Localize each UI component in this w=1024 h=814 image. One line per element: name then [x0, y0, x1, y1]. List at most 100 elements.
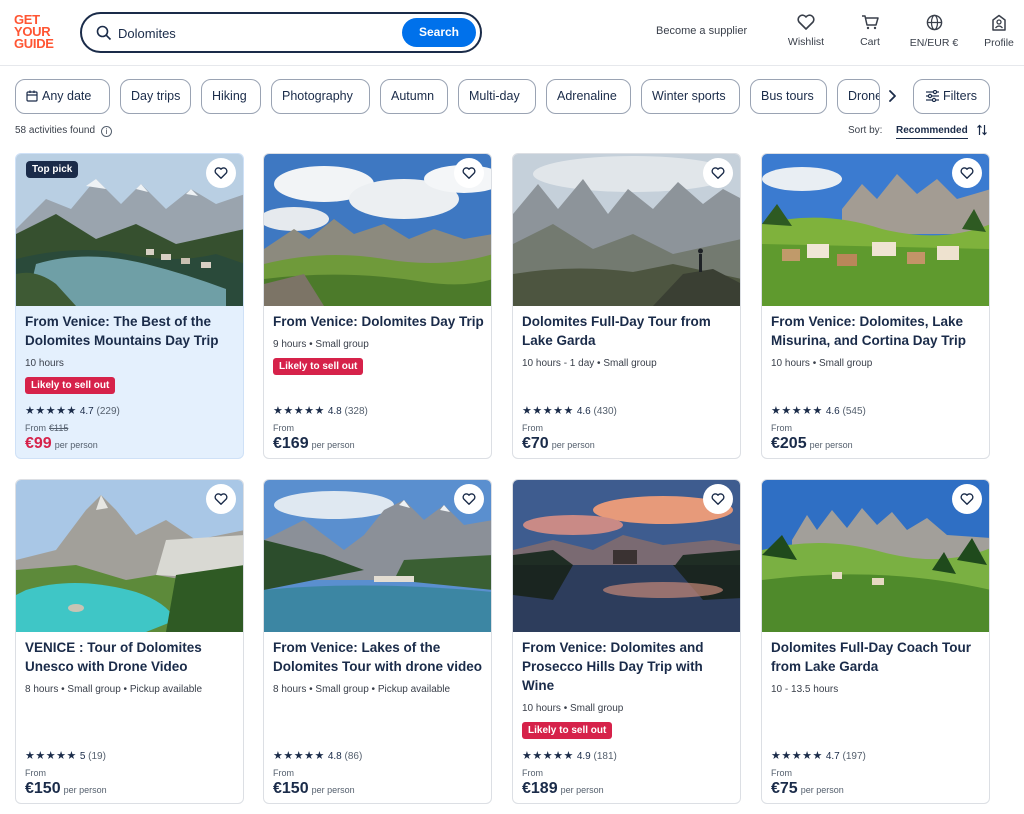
results-count: 58 activities found i — [15, 125, 113, 137]
activity-card[interactable]: Dolomites Full-Day Tour from Lake Garda … — [512, 153, 741, 459]
activity-meta: 8 hours • Small group • Pickup available — [273, 684, 451, 695]
wishlist-button[interactable] — [454, 484, 484, 514]
activity-title[interactable]: From Venice: Dolomites, Lake Misurina, a… — [771, 312, 983, 350]
activity-title[interactable]: From Venice: Dolomites and Prosecco Hill… — [522, 638, 734, 695]
activity-title[interactable]: VENICE : Tour of Dolomites Unesco with D… — [25, 638, 237, 676]
chevron-right-icon[interactable] — [884, 88, 900, 104]
activity-price: €99 per person — [25, 435, 98, 452]
stars-icon: ★★★★★ — [273, 750, 325, 762]
stars-icon: ★★★★★ — [771, 750, 823, 762]
become-supplier-link[interactable]: Become a supplier — [656, 25, 747, 37]
stars-icon: ★★★★★ — [522, 405, 574, 417]
activity-image[interactable] — [513, 480, 740, 632]
sliders-icon — [925, 89, 939, 103]
rating: ★★★★★ 5 (19) — [25, 750, 106, 762]
filters-button[interactable]: Filters — [913, 79, 990, 114]
wishlist-button[interactable] — [206, 158, 236, 188]
profile-icon — [992, 14, 1006, 31]
activity-image[interactable] — [513, 154, 740, 306]
activity-image[interactable] — [16, 480, 243, 632]
calendar-icon — [26, 90, 38, 102]
activity-card[interactable]: Dolomites Full-Day Coach Tour from Lake … — [761, 479, 990, 804]
price-from: From €115 — [25, 423, 69, 433]
stars-icon: ★★★★★ — [273, 405, 325, 417]
activity-image[interactable] — [762, 154, 989, 306]
activity-card[interactable]: From Venice: Dolomites, Lake Misurina, a… — [761, 153, 990, 459]
activity-card[interactable]: From Venice: Dolomites and Prosecco Hill… — [512, 479, 741, 804]
stars-icon: ★★★★★ — [771, 405, 823, 417]
search-icon — [96, 25, 112, 41]
chip-adrenaline[interactable]: Adrenaline — [546, 79, 631, 114]
sell-out-badge: Likely to sell out — [25, 377, 116, 394]
stars-icon: ★★★★★ — [25, 405, 77, 417]
rating: ★★★★★ 4.7 (197) — [771, 750, 866, 762]
chip-bus-tours[interactable]: Bus tours — [750, 79, 827, 114]
price-from: From — [522, 768, 543, 778]
price-from: From — [273, 423, 294, 433]
activity-meta: 10 hours - 1 day • Small group — [522, 358, 657, 369]
activity-card[interactable]: Top pick From Venice: The Best of the Do… — [15, 153, 244, 459]
sort-arrows-icon[interactable] — [976, 124, 988, 136]
activity-title[interactable]: From Venice: The Best of the Dolomites M… — [25, 312, 237, 350]
chip-photography[interactable]: Photography — [271, 79, 370, 114]
activity-image[interactable]: Top pick — [16, 154, 243, 306]
chip-winter-sports[interactable]: Winter sports — [641, 79, 740, 114]
wishlist-button[interactable] — [952, 158, 982, 188]
wishlist-button[interactable] — [703, 158, 733, 188]
wishlist-button[interactable] — [952, 484, 982, 514]
activity-card[interactable]: From Venice: Lakes of the Dolomites Tour… — [263, 479, 492, 804]
activity-image[interactable] — [264, 480, 491, 632]
rating: ★★★★★ 4.6 (545) — [771, 405, 866, 417]
stars-icon: ★★★★★ — [25, 750, 77, 762]
activity-meta: 8 hours • Small group • Pickup available — [25, 684, 203, 695]
nav-profile[interactable]: Profile — [982, 14, 1016, 49]
rating: ★★★★★ 4.8 (86) — [273, 750, 363, 762]
heart-icon — [462, 493, 476, 505]
top-pick-badge: Top pick — [26, 161, 79, 178]
heart-icon — [711, 167, 725, 179]
info-icon[interactable]: i — [101, 126, 113, 137]
nav-wishlist[interactable]: Wishlist — [786, 14, 826, 48]
activity-meta: 10 hours • Small group — [522, 703, 624, 714]
stars-icon: ★★★★★ — [522, 750, 574, 762]
wishlist-button[interactable] — [206, 484, 236, 514]
globe-icon — [926, 14, 942, 31]
price-from: From — [771, 423, 792, 433]
activity-meta: 9 hours • Small group — [273, 339, 369, 350]
activity-title[interactable]: Dolomites Full-Day Tour from Lake Garda — [522, 312, 734, 350]
chip-drone[interactable]: Drone — [837, 79, 880, 114]
activity-card[interactable]: VENICE : Tour of Dolomites Unesco with D… — [15, 479, 244, 804]
heart-icon — [214, 167, 228, 179]
heart-icon — [214, 493, 228, 505]
activity-image[interactable] — [762, 480, 989, 632]
chip-any-date[interactable]: Any date — [15, 79, 110, 114]
wishlist-button[interactable] — [454, 158, 484, 188]
nav-language-currency[interactable]: EN/EUR € — [906, 14, 962, 49]
activity-card[interactable]: From Venice: Dolomites Day Trip 9 hours … — [263, 153, 492, 459]
site-header: GET YOUR GUIDE Search Become a supplier … — [0, 0, 1024, 66]
sort-dropdown[interactable]: Recommended — [896, 125, 968, 139]
cart-icon — [862, 15, 879, 30]
chip-day-trips[interactable]: Day trips — [120, 79, 191, 114]
search-input[interactable] — [118, 22, 388, 44]
activity-price: €189 per person — [522, 780, 604, 797]
activity-price: €169 per person — [273, 435, 355, 452]
price-from: From — [273, 768, 294, 778]
rating: ★★★★★ 4.8 (328) — [273, 405, 368, 417]
activity-price: €150 per person — [25, 780, 107, 797]
activity-price: €70 per person — [522, 435, 595, 452]
nav-cart[interactable]: Cart — [856, 14, 884, 48]
search-button[interactable]: Search — [402, 18, 476, 47]
chip-multi-day[interactable]: Multi-day — [458, 79, 536, 114]
heart-icon — [797, 14, 815, 30]
rating: ★★★★★ 4.7 (229) — [25, 405, 120, 417]
chip-autumn[interactable]: Autumn — [380, 79, 448, 114]
activity-title[interactable]: From Venice: Dolomites Day Trip — [273, 312, 485, 331]
wishlist-button[interactable] — [703, 484, 733, 514]
heart-icon — [711, 493, 725, 505]
activity-title[interactable]: Dolomites Full-Day Coach Tour from Lake … — [771, 638, 983, 676]
getyourguide-logo[interactable]: GET YOUR GUIDE — [14, 13, 62, 50]
chip-hiking[interactable]: Hiking — [201, 79, 261, 114]
activity-image[interactable] — [264, 154, 491, 306]
activity-title[interactable]: From Venice: Lakes of the Dolomites Tour… — [273, 638, 485, 676]
